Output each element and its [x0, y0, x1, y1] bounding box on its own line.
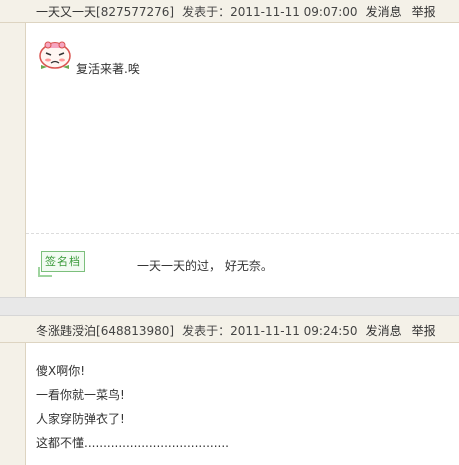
post-2-author-link[interactable]: 冬涨韪涭泊	[36, 324, 96, 338]
post-2-report-link[interactable]: 举报	[412, 324, 436, 338]
post-2-datetime: 2011-11-11 09:24:50	[230, 324, 358, 338]
post-2-posted-label: 发表于：	[182, 324, 231, 338]
post-1-posted-label: 发表于：	[182, 5, 231, 19]
post-separator-band	[0, 297, 459, 316]
post-1-signature-text: 一天一天的过， 好无奈。	[137, 259, 273, 273]
post-1-message-link[interactable]: 发消息	[366, 5, 402, 19]
post-2: 冬涨韪涭泊[648813980] 发表于：2011-11-11 09:24:50 发…	[0, 316, 459, 465]
post-1-header-inner: 一天又一天[827577276] 发表于：2011-11-11 09:07:00 发…	[36, 3, 436, 20]
post-2-line: 傻X啊你!	[36, 364, 86, 378]
post-2-line: 这都不懂....................................…	[36, 436, 229, 450]
post-1-content: 复活来著.唉	[76, 62, 140, 76]
post-2-header-inner: 冬涨韪涭泊[648813980] 发表于：2011-11-11 09:24:50 发…	[36, 322, 436, 339]
post-1-uid: [827577276]	[96, 5, 175, 19]
post-2-line: 人家穿防弹衣了!	[36, 412, 125, 426]
post-1: 一天又一天[827577276] 发表于：2011-11-11 09:07:00 发…	[0, 0, 459, 297]
post-1-author-link[interactable]: 一天又一天	[36, 5, 96, 19]
post-1-report-link[interactable]: 举报	[412, 5, 436, 19]
post-2-line: 一看你就一菜鸟!	[36, 388, 125, 402]
post-1-gutter	[0, 0, 26, 297]
post-1-datetime: 2011-11-11 09:07:00	[230, 5, 358, 19]
post-2-header: 冬涨韪涭泊[648813980] 发表于：2011-11-11 09:24:50 发…	[0, 316, 459, 343]
smiley-face-icon	[39, 41, 71, 69]
post-2-uid: [648813980]	[96, 324, 175, 338]
post-2-message-link[interactable]: 发消息	[366, 324, 402, 338]
signature-divider	[26, 233, 459, 234]
signature-badge-icon: 签名档	[41, 251, 85, 272]
post-1-header: 一天又一天[827577276] 发表于：2011-11-11 09:07:00 发…	[0, 0, 459, 23]
